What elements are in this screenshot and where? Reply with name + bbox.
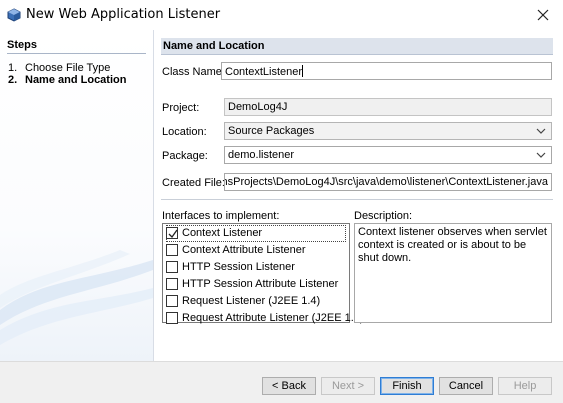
interfaces-list: Context Listener Context Attribute Liste… (162, 223, 364, 324)
location-value: Source Packages (228, 125, 315, 137)
title-bar: New Web Application Listener (0, 0, 563, 30)
checkbox[interactable] (166, 312, 178, 324)
step-item-choose-file-type: 1. Choose File Type (8, 62, 110, 74)
package-label: Package: (162, 150, 208, 162)
interface-label: Request Listener (J2EE 1.4) (182, 295, 321, 307)
class-name-value: ContextListener (225, 66, 303, 78)
project-label: Project: (162, 102, 200, 114)
created-file-label: Created File: (162, 177, 225, 189)
window-title: New Web Application Listener (26, 7, 221, 22)
finish-button[interactable]: Finish (380, 377, 434, 395)
chevron-down-icon[interactable] (536, 150, 546, 160)
button-bar: < Back Next > Finish Cancel Help (0, 362, 563, 403)
step-item-name-and-location: 2. Name and Location (8, 74, 126, 86)
checkbox[interactable] (166, 244, 178, 256)
class-name-input[interactable]: ContextListener (221, 62, 552, 80)
chevron-down-icon (536, 128, 546, 134)
section-title: Name and Location (161, 38, 553, 55)
interface-item-context-listener[interactable]: Context Listener (166, 225, 346, 242)
checkbox[interactable] (166, 261, 178, 273)
created-file-field: C:\Users\NetBeansProjects\DemoLog4J\src\… (224, 173, 552, 191)
checkbox[interactable] (166, 295, 178, 307)
next-button[interactable]: Next > (321, 377, 375, 395)
interface-label: HTTP Session Attribute Listener (182, 278, 339, 290)
help-button[interactable]: Help (498, 377, 552, 395)
text-caret (302, 65, 304, 77)
content-pane: Name and Location Class Name: ContextLis… (154, 30, 563, 361)
checkbox[interactable] (166, 278, 178, 290)
created-file-path: C:\Users\NetBeansProjects\DemoLog4J\src\… (225, 176, 548, 188)
class-name-label: Class Name: (162, 66, 225, 78)
interface-label: Request Attribute Listener (J2EE 1.4) (182, 312, 364, 324)
description-text: Context listener observes when servlet c… (354, 223, 552, 323)
location-label: Location: (162, 126, 207, 138)
cancel-button[interactable]: Cancel (439, 377, 493, 395)
description-label: Description: (354, 210, 413, 222)
project-field: DemoLog4J (224, 98, 552, 116)
package-combobox[interactable]: demo.listener (224, 146, 552, 164)
interface-label: Context Listener (182, 227, 263, 239)
steps-divider (7, 53, 146, 54)
location-dropdown[interactable]: Source Packages (224, 122, 552, 140)
package-value: demo.listener (228, 149, 295, 161)
close-icon[interactable] (534, 6, 552, 24)
step-label: Name and Location (25, 74, 127, 86)
steps-pane: Steps 1. Choose File Type 2. Name and Loca… (0, 30, 153, 361)
checkmark-icon (168, 229, 178, 239)
step-number: 2. (8, 74, 18, 86)
interface-label: HTTP Session Listener (182, 261, 295, 273)
interfaces-label: Interfaces to implement: (162, 210, 280, 222)
interface-label: Context Attribute Listener (182, 244, 306, 256)
back-button[interactable]: < Back (262, 377, 316, 395)
netbeans-cube-icon (7, 8, 21, 22)
steps-header: Steps (7, 39, 37, 51)
step-label: Choose File Type (25, 62, 111, 74)
separator (161, 199, 553, 200)
checkbox[interactable] (166, 227, 178, 239)
decorative-swirl-graphic (0, 250, 153, 345)
step-number: 1. (8, 62, 18, 74)
